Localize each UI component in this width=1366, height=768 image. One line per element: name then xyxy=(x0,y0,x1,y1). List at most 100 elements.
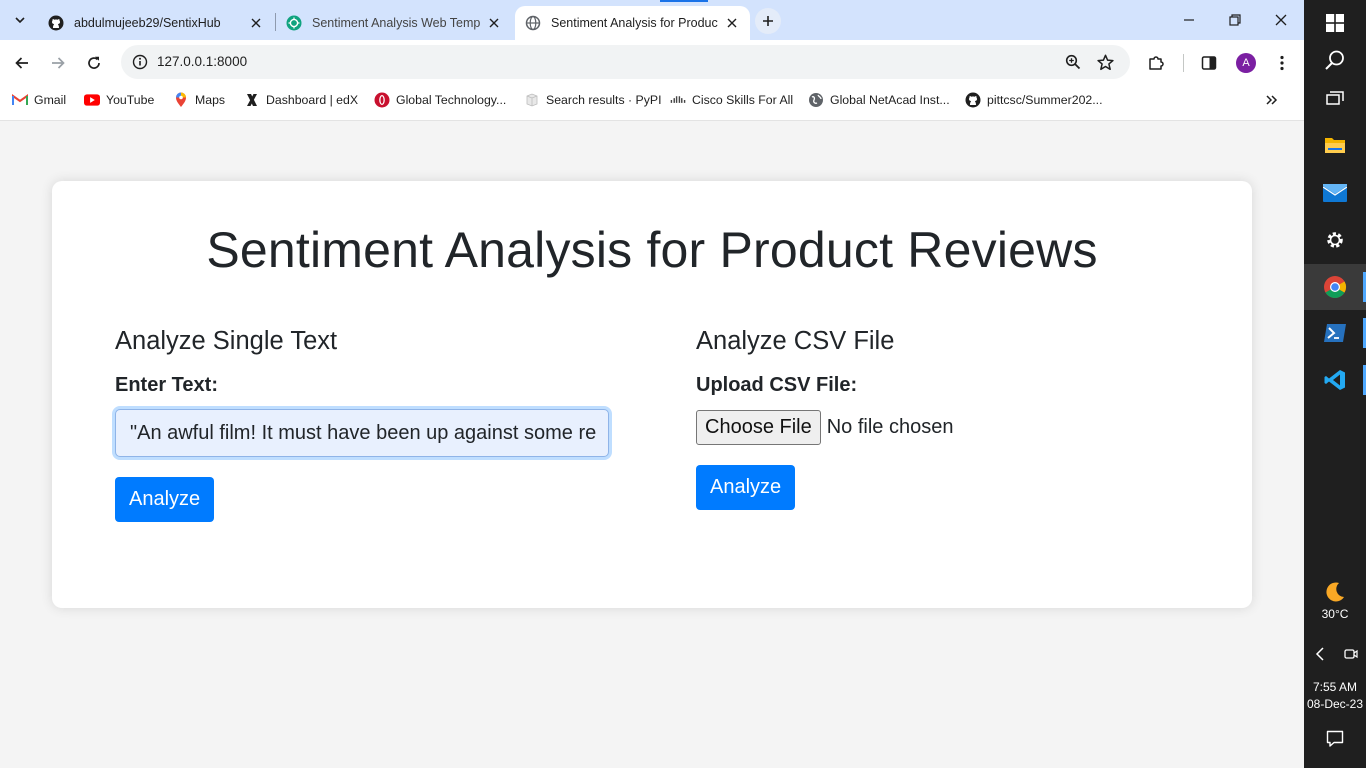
restore-button[interactable] xyxy=(1212,0,1258,40)
tab-github[interactable]: abdulmujeeb29/SentixHub xyxy=(38,6,274,40)
csv-input-label: Upload CSV File: xyxy=(696,374,858,396)
github-icon xyxy=(48,15,64,31)
taskbar-settings[interactable] xyxy=(1304,217,1366,263)
tab-template[interactable]: Sentiment Analysis Web Templa xyxy=(276,6,512,40)
show-hidden-icons[interactable] xyxy=(1304,631,1335,677)
notification-center-button[interactable] xyxy=(1304,716,1366,762)
bookmark-global-technology[interactable]: Global Technology... xyxy=(374,85,506,115)
taskbar-vscode[interactable] xyxy=(1304,357,1366,403)
bookmark-label: pittcsc/Summer202... xyxy=(987,93,1103,107)
bookmark-label: Dashboard | edX xyxy=(266,93,359,107)
arrow-left-icon xyxy=(15,57,28,69)
powershell-icon xyxy=(1324,324,1346,342)
windows-taskbar: 30°C 7:55 AM 08-Dec-23 xyxy=(1304,0,1366,768)
url-text[interactable]: 127.0.0.1:8000 xyxy=(157,54,247,69)
tab-title: abdulmujeeb29/SentixHub xyxy=(74,16,221,30)
weather-temp: 30°C xyxy=(1321,607,1349,621)
bookmark-label: Cisco Skills For All xyxy=(692,93,794,107)
browser-window: abdulmujeeb29/SentixHub Sentiment Analys… xyxy=(0,0,1304,768)
chrome-icon xyxy=(1324,276,1346,298)
page-title: Sentiment Analysis for Product Reviews xyxy=(206,222,1098,278)
camera-icon xyxy=(1343,649,1358,659)
choose-file-button[interactable]: Choose File xyxy=(696,409,821,445)
csv-section: Analyze CSV File Upload CSV File: Choose… xyxy=(696,327,953,510)
page-viewport: Sentiment Analysis for Product Reviews A… xyxy=(0,121,1304,768)
youtube-icon xyxy=(84,92,100,108)
notification-icon xyxy=(1326,730,1344,747)
more-bookmarks-icon[interactable] xyxy=(1262,91,1282,109)
bookmark-star-icon[interactable] xyxy=(1094,51,1116,73)
chevron-down-icon xyxy=(15,17,25,24)
file-explorer-icon xyxy=(1325,138,1345,153)
github-icon xyxy=(965,92,981,108)
bookmark-label: Gmail xyxy=(34,93,67,107)
gmail-icon xyxy=(12,92,28,108)
taskbar-mail[interactable] xyxy=(1304,170,1366,216)
edx-icon xyxy=(244,92,260,108)
bookmark-label: Search results · PyPI xyxy=(546,93,662,107)
extensions-icon[interactable] xyxy=(1142,49,1170,77)
bookmark-youtube[interactable]: YouTube xyxy=(84,85,154,115)
bookmark-gmail[interactable]: Gmail xyxy=(12,85,66,115)
browser-toolbar: 127.0.0.1:8000 A xyxy=(0,40,1304,85)
restore-icon xyxy=(1229,14,1241,26)
task-view-button[interactable] xyxy=(1304,76,1366,122)
search-icon xyxy=(1325,50,1344,70)
analyze-text-button[interactable]: Analyze xyxy=(115,477,215,522)
bookmark-cisco[interactable]: Cisco Skills For All xyxy=(670,85,793,115)
section-heading: Analyze Single Text xyxy=(115,327,338,355)
profile-button[interactable]: A xyxy=(1232,49,1260,77)
toolbar-separator xyxy=(1183,54,1184,72)
section-heading: Analyze CSV File xyxy=(696,327,895,355)
review-text-input[interactable]: "An awful film! It must have been up aga… xyxy=(115,409,609,457)
zoom-icon[interactable] xyxy=(1062,51,1084,73)
analyze-csv-button[interactable]: Analyze xyxy=(696,465,796,510)
close-window-button[interactable] xyxy=(1258,0,1304,40)
bookmark-netacad[interactable]: Global NetAcad Inst... xyxy=(808,85,950,115)
clock-time: 7:55 AM xyxy=(1312,680,1358,694)
taskbar-chrome[interactable] xyxy=(1304,264,1366,310)
back-button[interactable] xyxy=(7,48,37,78)
site-info-icon[interactable] xyxy=(129,51,151,73)
main-card: Sentiment Analysis for Product Reviews A… xyxy=(52,181,1252,608)
chatgpt-icon xyxy=(286,15,302,31)
bookmark-edx[interactable]: Dashboard | edX xyxy=(244,85,358,115)
close-tab-icon[interactable] xyxy=(486,15,502,31)
pypi-icon xyxy=(524,92,540,108)
meet-now-button[interactable] xyxy=(1335,631,1366,677)
file-status-text: No file chosen xyxy=(826,415,954,438)
globe-icon xyxy=(525,15,541,31)
plus-icon xyxy=(763,16,773,26)
clock-date: 08-Dec-23 xyxy=(1306,697,1364,711)
opera-icon xyxy=(374,92,390,108)
taskbar-powershell[interactable] xyxy=(1304,310,1366,356)
task-view-icon xyxy=(1326,91,1344,105)
file-input: Choose File No file chosen xyxy=(696,409,953,445)
reload-button[interactable] xyxy=(79,48,109,78)
menu-icon[interactable] xyxy=(1268,49,1296,77)
bookmark-maps[interactable]: Maps xyxy=(173,85,225,115)
minimize-button[interactable] xyxy=(1166,0,1212,40)
settings-icon xyxy=(1327,232,1343,248)
forward-button[interactable] xyxy=(43,48,73,78)
tab-title: Sentiment Analysis Web Templa xyxy=(312,16,480,30)
tab-search-button[interactable] xyxy=(8,8,32,32)
arrow-right-icon xyxy=(52,57,65,69)
system-clock[interactable]: 7:55 AM 08-Dec-23 xyxy=(1304,679,1366,713)
close-tab-icon[interactable] xyxy=(248,15,264,31)
new-tab-button[interactable] xyxy=(755,8,781,34)
bookmark-pypi[interactable]: Search results · PyPI xyxy=(524,85,662,115)
side-panel-icon[interactable] xyxy=(1195,49,1223,77)
close-tab-icon[interactable] xyxy=(724,15,740,31)
chevron-left-icon xyxy=(1315,647,1324,661)
weather-widget[interactable]: 30°C xyxy=(1304,580,1366,621)
bookmark-label: Maps xyxy=(195,93,226,107)
bookmark-pittcsc[interactable]: pittcsc/Summer202... xyxy=(965,85,1103,115)
mail-icon xyxy=(1323,184,1347,202)
tab-active-sentiment[interactable]: Sentiment Analysis for Product xyxy=(515,6,750,40)
address-bar[interactable]: 127.0.0.1:8000 xyxy=(121,45,1130,79)
text-input-label: Enter Text: xyxy=(115,374,218,396)
bookmarks-bar: Gmail YouTube Maps Dashboard | edX Globa… xyxy=(0,85,1304,121)
maps-icon xyxy=(173,92,189,108)
taskbar-file-explorer[interactable] xyxy=(1304,122,1366,168)
